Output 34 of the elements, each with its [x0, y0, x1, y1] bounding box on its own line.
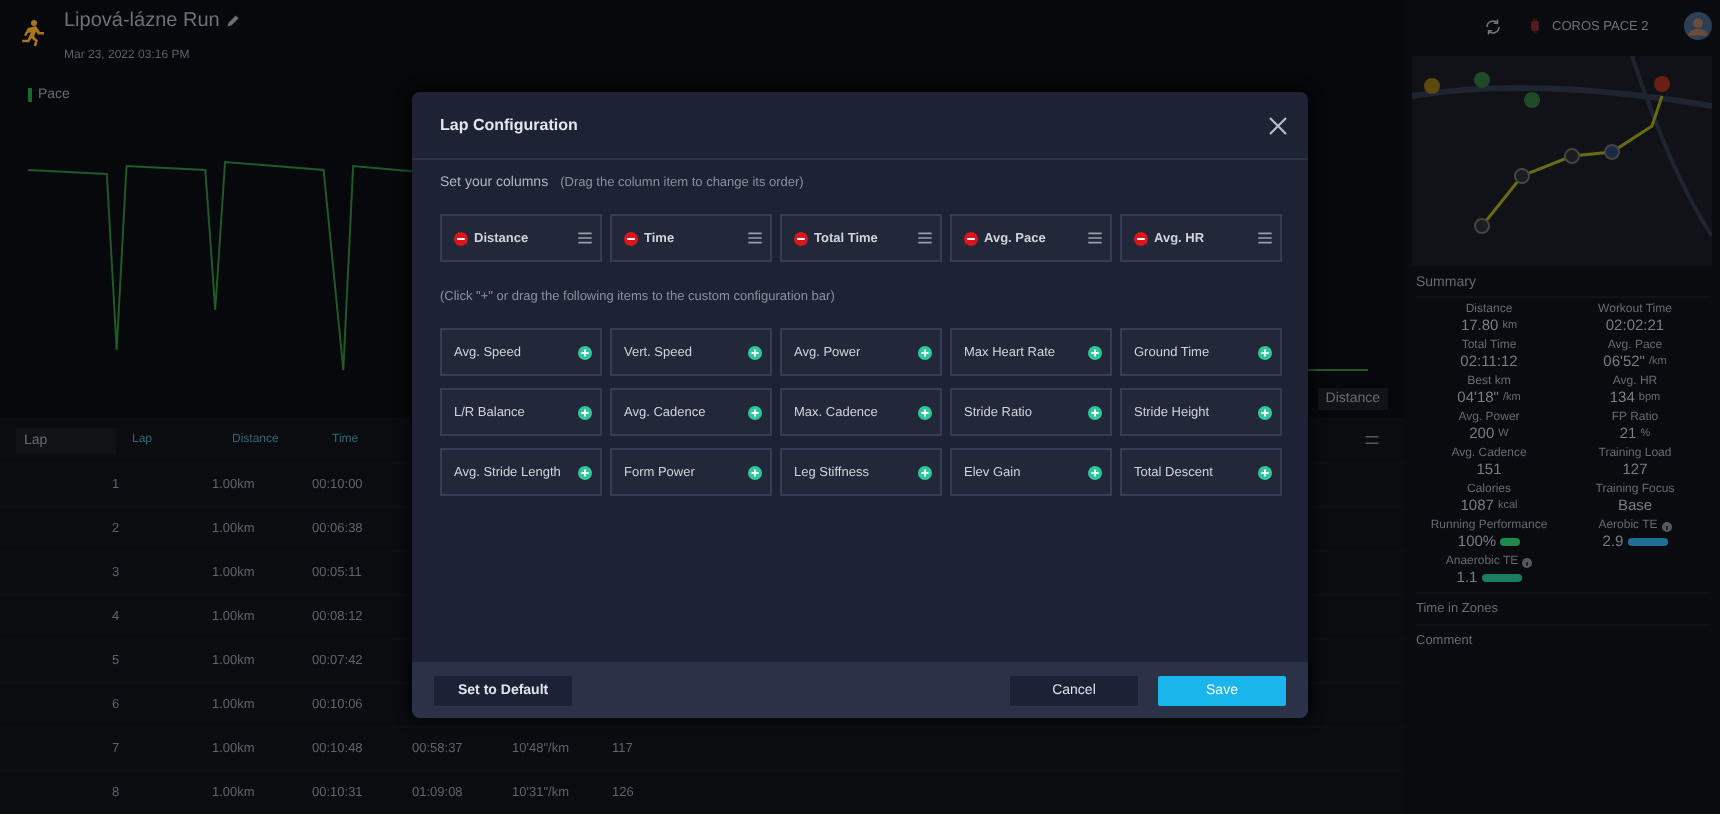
modal-title: Lap Configuration [440, 116, 578, 134]
sort-icon[interactable] [1364, 432, 1380, 448]
add-icon[interactable] [748, 405, 762, 419]
drag-handle-icon[interactable] [578, 232, 592, 244]
add-icon[interactable] [918, 465, 932, 479]
add-icon[interactable] [1258, 465, 1272, 479]
watch-icon [1530, 18, 1540, 34]
activity-title: Lipová-lázne Run [64, 10, 220, 32]
remove-icon[interactable] [1134, 231, 1148, 245]
add-icon[interactable] [578, 405, 592, 419]
remove-icon[interactable] [964, 231, 978, 245]
add-icon[interactable] [1088, 345, 1102, 359]
runner-icon [16, 16, 48, 48]
drag-handle-icon[interactable] [918, 232, 932, 244]
add-icon[interactable] [918, 345, 932, 359]
drag-handle-icon[interactable] [1088, 232, 1102, 244]
add-icon[interactable] [1258, 405, 1272, 419]
add-icon[interactable] [1258, 345, 1272, 359]
add-icon[interactable] [1088, 405, 1102, 419]
close-icon[interactable] [1268, 115, 1288, 135]
sync-icon[interactable] [1484, 17, 1502, 35]
add-icon[interactable] [1088, 465, 1102, 479]
add-icon[interactable] [578, 465, 592, 479]
drag-handle-icon[interactable] [1258, 232, 1272, 244]
pencil-icon[interactable] [225, 14, 240, 28]
add-icon[interactable] [748, 465, 762, 479]
remove-icon[interactable] [454, 231, 468, 245]
avatar[interactable] [1684, 12, 1712, 40]
drag-handle-icon[interactable] [748, 232, 762, 244]
add-icon[interactable] [748, 345, 762, 359]
add-icon[interactable] [578, 345, 592, 359]
remove-icon[interactable] [624, 231, 638, 245]
add-icon[interactable] [918, 405, 932, 419]
remove-icon[interactable] [794, 231, 808, 245]
